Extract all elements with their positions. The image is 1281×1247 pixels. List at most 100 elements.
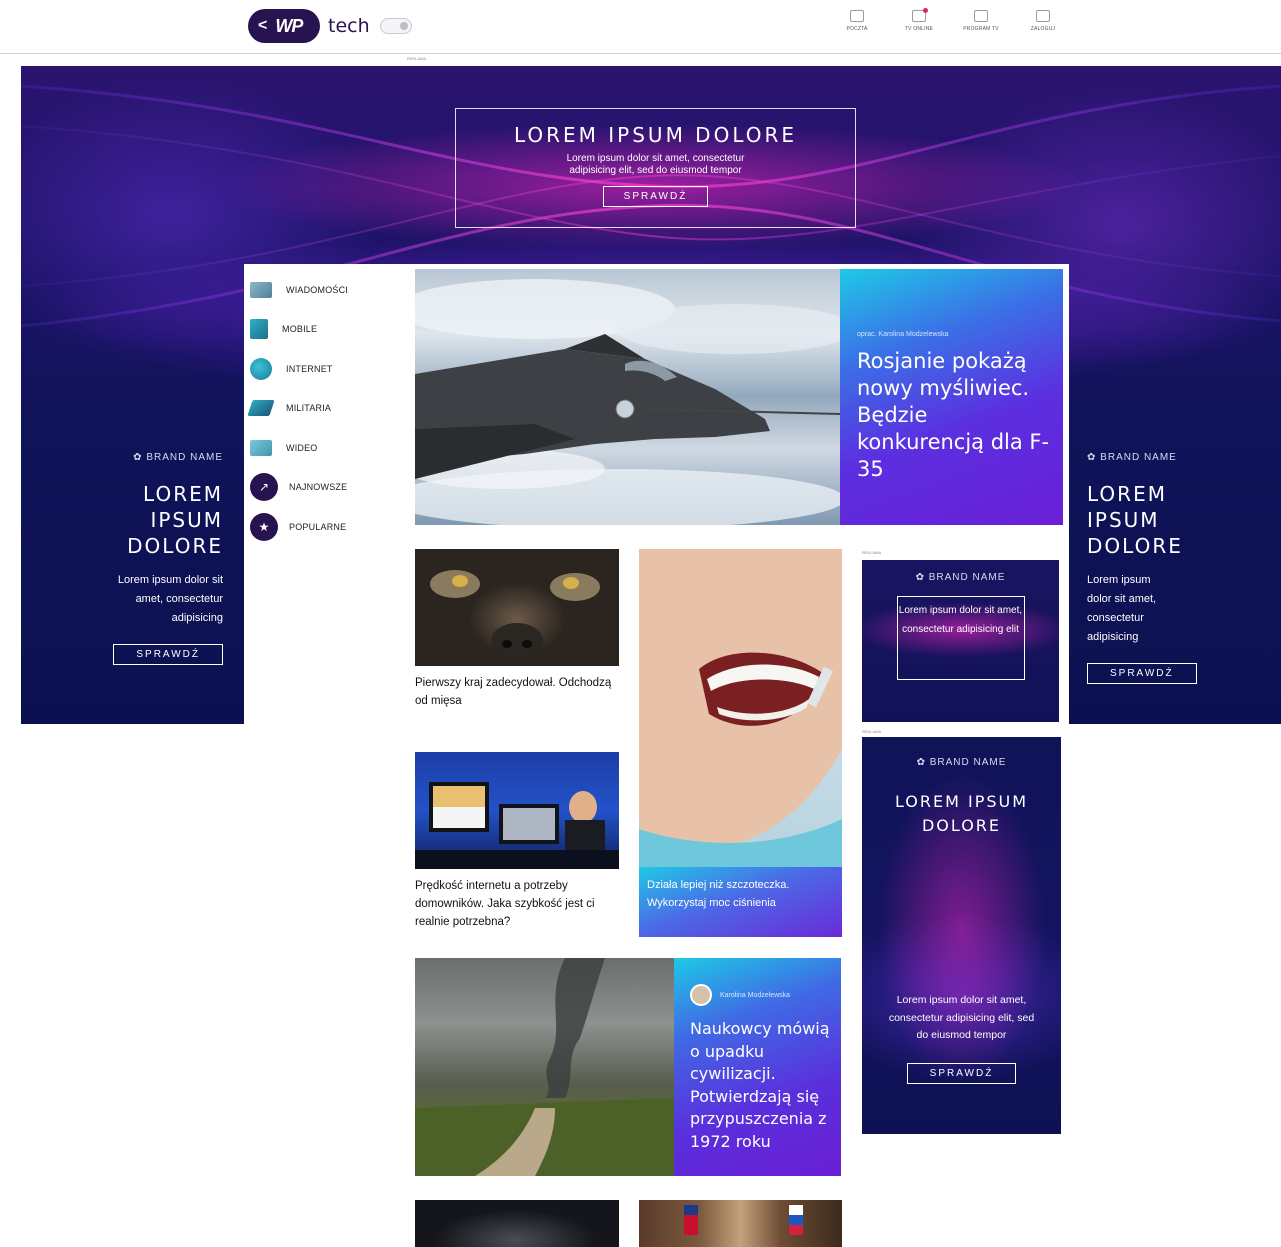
menu-item-wiadomosci[interactable]: WIADOMOŚCI [250,270,400,310]
article-title[interactable]: Pierwszy kraj zadecydował. Odchodzą od m… [415,674,619,710]
theme-toggle[interactable] [379,18,412,34]
menu-label: MOBILE [282,324,318,335]
news-icon [250,281,272,298]
side-ad-text: Lorem ipsum dolor sit amet, consectetur … [1087,574,1157,643]
nav-label: TV ONLINE [904,26,934,32]
featured-article[interactable]: oprac. Karolina Modzelewska Rosjanie pok… [415,269,1063,525]
side-ad-text: Lorem ipsum dolor sit amet, consectetur … [117,574,223,624]
wp-logo-pill[interactable]: < WP [248,9,320,43]
nav-login[interactable]: ZALOGUJ [1012,10,1074,32]
menu-item-wideo[interactable]: WIDEO [250,428,400,468]
menu-item-militaria[interactable]: MILITARIA [247,389,400,429]
wp-logo-text: WP [275,15,303,36]
hero-ad-text: Lorem ipsum dolor sit amet, consectetur … [566,153,745,176]
nav-label: POCZTA [846,26,868,32]
brand-logo-icon: ✿ [915,572,929,583]
side-ad-left[interactable]: ✿ BRAND NAME LOREM IPSUM DOLORE Lorem ipsu… [21,452,223,665]
tall-article-title[interactable]: Działa lepiej niż szczoteczka. Wykorzyst… [639,867,842,937]
tv-online-icon [912,8,928,22]
tv-program-icon [974,10,988,22]
menu-item-popularne[interactable]: ★ POPULARNE [250,507,400,547]
fighter-jet-image[interactable] [415,269,840,525]
jet-illustration [415,279,840,525]
flags-illustration [684,1205,803,1235]
monitors-illustration [415,782,619,869]
wide-article-title[interactable]: Naukowcy mówią o upadku cywilizacji. Pot… [690,1018,831,1153]
menu-label: INTERNET [286,363,333,374]
section-name: tech [328,15,370,37]
cow-image[interactable] [415,549,619,666]
menu-item-internet[interactable]: INTERNET [250,349,400,389]
space-image[interactable] [415,1200,619,1247]
brand-name: ✿ BRAND NAME [133,452,223,463]
globe-icon [250,357,272,380]
back-chevron-icon[interactable]: < [258,17,267,35]
ad-label: REKLAMA [862,729,882,734]
hero-ad-button[interactable]: SPRAWDŹ [602,186,709,207]
menu-label: POPULARNE [289,521,347,532]
author-avatar [690,984,712,1006]
side-ad-title: LOREM IPSUM DOLORE [127,482,223,558]
hero-ad-title: LOREM IPSUM DOLORE [513,123,798,147]
menu-label: NAJNOWSZE [289,482,348,493]
category-menu: WIADOMOŚCI MOBILE INTERNET MILITARIA WID… [247,270,400,547]
notification-dot [923,8,928,13]
wide-article-panel[interactable]: Karolina Modzelewska Naukowcy mówią o up… [674,958,841,1176]
brand-name: ✿ BRAND NAME [1087,452,1177,463]
sidebar-ad-text: Lorem ipsum dolor sit amet, consectetur … [888,994,1035,1041]
sidebar-ad-tall[interactable]: ✿ BRAND NAME LOREM IPSUM DOLORE Lorem ips… [862,737,1061,1134]
star-icon: ★ [250,512,278,541]
page: < WP tech POCZTA TV ONLINE PROGRAM TV ZA… [0,0,1281,1247]
nav-label: PROGRAM TV [963,26,999,32]
article-card[interactable]: Prędkość internetu a potrzeby domowników… [415,752,619,931]
side-ad-button[interactable]: SPRAWDŹ [113,644,223,665]
featured-article-title[interactable]: Rosjanie pokażą nowy myśliwiec. Będzie k… [857,348,1051,483]
article-title[interactable]: Prędkość internetu a potrzeby domowników… [415,877,619,931]
computer-desk-image[interactable] [415,752,619,869]
nav-label: ZALOGUJ [1030,26,1056,32]
smile-illustration [639,549,842,867]
menu-item-mobile[interactable]: MOBILE [250,310,400,350]
sidebar-ad-title: LOREM IPSUM DOLORE [894,792,1029,835]
service-nav: POCZTA TV ONLINE PROGRAM TV ZALOGUJ [826,8,1074,32]
article-card[interactable]: Pierwszy kraj zadecydował. Odchodzą od m… [415,549,619,710]
article-author: oprac. Karolina Modzelewska [857,331,949,338]
storm-illustration [415,958,674,1176]
video-icon [250,439,272,456]
ad-label: REKLAMA [407,56,427,61]
ad-label: REKLAMA [862,550,882,555]
smile-image[interactable] [639,549,842,867]
cow-illustration [430,570,600,659]
login-icon [1036,10,1050,22]
top-bar: < WP tech POCZTA TV ONLINE PROGRAM TV ZA… [0,0,1281,54]
sidebar-ad-small[interactable]: ✿ BRAND NAME Lorem ipsum dolor sit amet,… [862,560,1059,722]
nav-tv-online[interactable]: TV ONLINE [888,8,950,32]
sidebar-ad-button[interactable]: SPRAWDŹ [906,1062,1017,1084]
brand-name: ✿ BRAND NAME [915,572,1006,583]
menu-label: MILITARIA [286,403,332,414]
brand-name: ✿ BRAND NAME [916,757,1007,768]
storm-image[interactable] [415,958,674,1176]
mobile-icon [250,319,268,340]
menu-item-najnowsze[interactable]: ↗ NAJNOWSZE [250,468,400,508]
menu-label: WIDEO [286,442,318,453]
politicians-image[interactable] [639,1200,842,1247]
brand-logo-icon: ✿ [133,452,147,463]
article-author: Karolina Modzelewska [690,984,831,1006]
nav-mail[interactable]: POCZTA [826,10,888,32]
brand-logo-icon: ✿ [1087,452,1101,463]
mail-icon [850,10,864,22]
site-logo[interactable]: < WP tech [248,9,412,43]
menu-label: WIADOMOŚCI [286,284,348,295]
sidebar-ad-text: Lorem ipsum dolor sit amet, consectetur … [896,596,1025,680]
nav-tv-program[interactable]: PROGRAM TV [950,10,1012,32]
tall-article-card[interactable]: Działa lepiej niż szczoteczka. Wykorzyst… [639,549,842,937]
trending-icon: ↗ [250,473,278,502]
featured-article-panel[interactable]: oprac. Karolina Modzelewska Rosjanie pok… [840,269,1063,525]
military-icon [247,400,275,417]
brand-logo-icon: ✿ [916,757,930,768]
hero-ad-box: LOREM IPSUM DOLORE Lorem ipsum dolor sit… [455,108,856,228]
side-ad-button[interactable]: SPRAWDŹ [1087,663,1197,684]
side-ad-right[interactable]: ✿ BRAND NAME LOREM IPSUM DOLORE Lorem ipsu… [1087,452,1267,684]
wide-article-card[interactable]: Karolina Modzelewska Naukowcy mówią o up… [415,958,841,1176]
